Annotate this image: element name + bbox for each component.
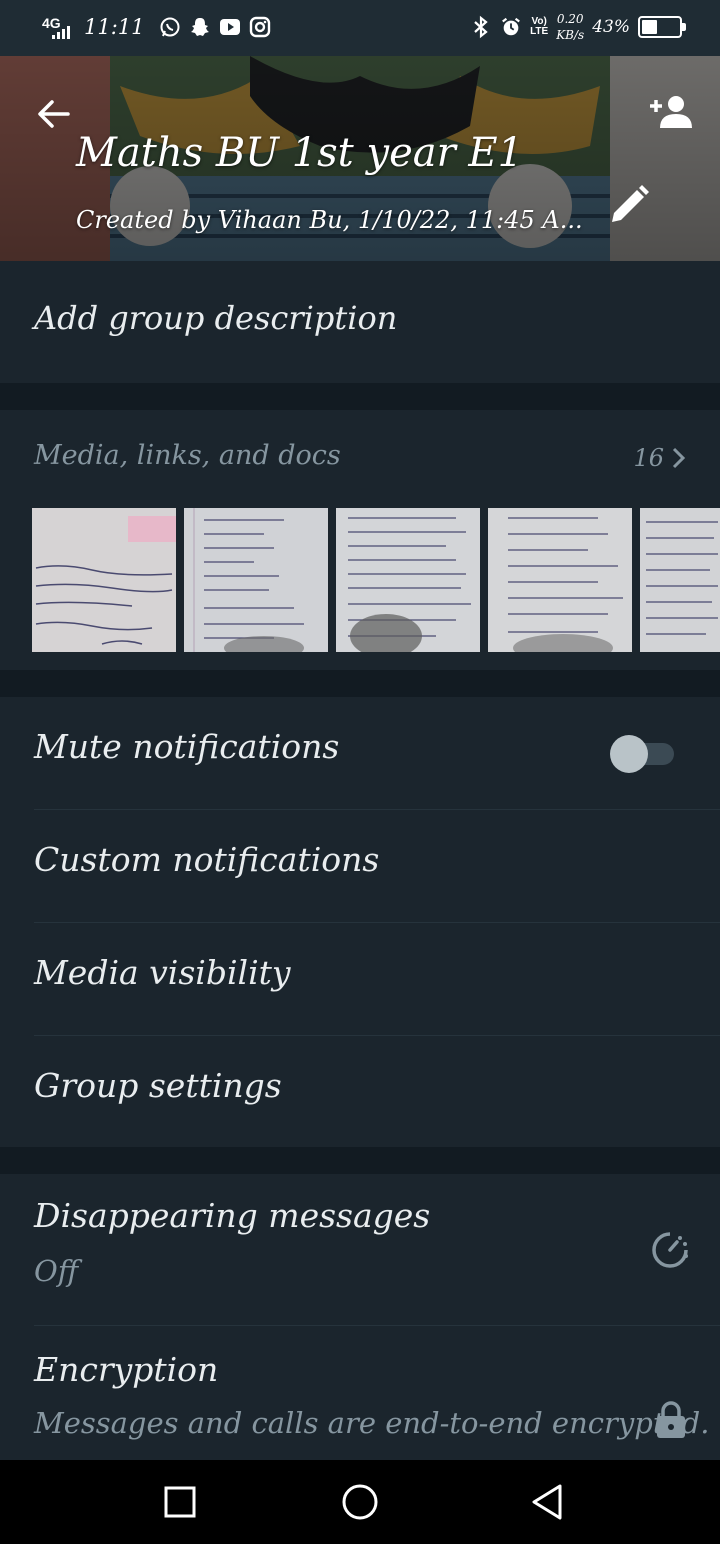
media-thumbnail[interactable] <box>336 508 480 652</box>
battery-icon <box>638 16 686 38</box>
group-header: Maths BU 1st year E1 Created by Vihaan B… <box>0 56 720 261</box>
chevron-right-icon <box>672 447 686 469</box>
snapchat-icon <box>189 16 211 38</box>
media-label[interactable]: Media, links, and docs <box>34 440 341 471</box>
group-created-info: Created by Vihaan Bu, 1/10/22, 11:45 A..… <box>76 206 583 234</box>
encryption-row[interactable]: Encryption Messages and calls are end-to… <box>0 1326 720 1460</box>
settings-section: Mute notifications Custom notifications … <box>0 697 720 1147</box>
media-thumbnails <box>32 508 720 652</box>
group-description-section[interactable]: Add group description <box>0 261 720 383</box>
encryption-label: Encryption <box>34 1350 219 1389</box>
instagram-icon <box>249 16 271 38</box>
system-navigation-bar <box>0 1460 720 1544</box>
recent-apps-icon[interactable] <box>160 1482 200 1522</box>
back-arrow-icon[interactable] <box>34 94 74 134</box>
lock-icon <box>657 1401 685 1438</box>
group-settings-label: Group settings <box>34 1066 282 1105</box>
mute-toggle[interactable] <box>610 735 674 773</box>
whatsapp-icon <box>159 16 181 38</box>
media-thumbnail[interactable] <box>640 508 720 652</box>
media-thumbnail[interactable] <box>488 508 632 652</box>
home-icon[interactable] <box>340 1482 380 1522</box>
media-visibility-label: Media visibility <box>34 953 291 992</box>
custom-notifications-row[interactable]: Custom notifications <box>0 810 720 923</box>
media-thumbnail[interactable] <box>32 508 176 652</box>
disappearing-messages-row[interactable]: Disappearing messages Off <box>0 1174 720 1326</box>
alarm-icon <box>500 16 522 38</box>
media-count-link[interactable]: 16 <box>633 444 686 472</box>
add-description-label[interactable]: Add group description <box>34 299 397 337</box>
youtube-icon <box>219 16 241 38</box>
media-section: Media, links, and docs 16 <box>0 410 720 670</box>
add-person-icon[interactable] <box>648 92 694 132</box>
custom-notifications-label: Custom notifications <box>34 840 380 879</box>
disappearing-messages-label: Disappearing messages <box>34 1196 431 1235</box>
media-count: 16 <box>633 444 664 472</box>
disappearing-messages-value: Off <box>34 1254 79 1288</box>
mute-notifications-label: Mute notifications <box>34 727 340 766</box>
media-visibility-row[interactable]: Media visibility <box>0 923 720 1036</box>
status-bar: 4G 11:11 Vo) LTE 0.20 KB/s 43% <box>0 0 720 56</box>
group-name: Maths BU 1st year E1 <box>76 130 524 176</box>
privacy-section: Disappearing messages Off Encryption Mes… <box>0 1174 720 1460</box>
group-settings-row[interactable]: Group settings <box>0 1036 720 1149</box>
encryption-description: Messages and calls are end-to-end encryp… <box>34 1406 710 1440</box>
media-thumbnail[interactable] <box>184 508 328 652</box>
signal-icon: 4G <box>42 13 76 41</box>
battery-percent: 43% <box>592 17 630 37</box>
mute-notifications-row[interactable]: Mute notifications <box>0 697 720 810</box>
bluetooth-icon <box>470 15 492 39</box>
network-speed: 0.20 KB/s <box>556 12 585 42</box>
edit-pencil-icon[interactable] <box>606 182 652 228</box>
back-icon[interactable] <box>528 1482 568 1522</box>
timer-icon <box>652 1232 688 1268</box>
clock: 11:11 <box>84 15 145 39</box>
volte-indicator: Vo) LTE <box>530 16 549 37</box>
